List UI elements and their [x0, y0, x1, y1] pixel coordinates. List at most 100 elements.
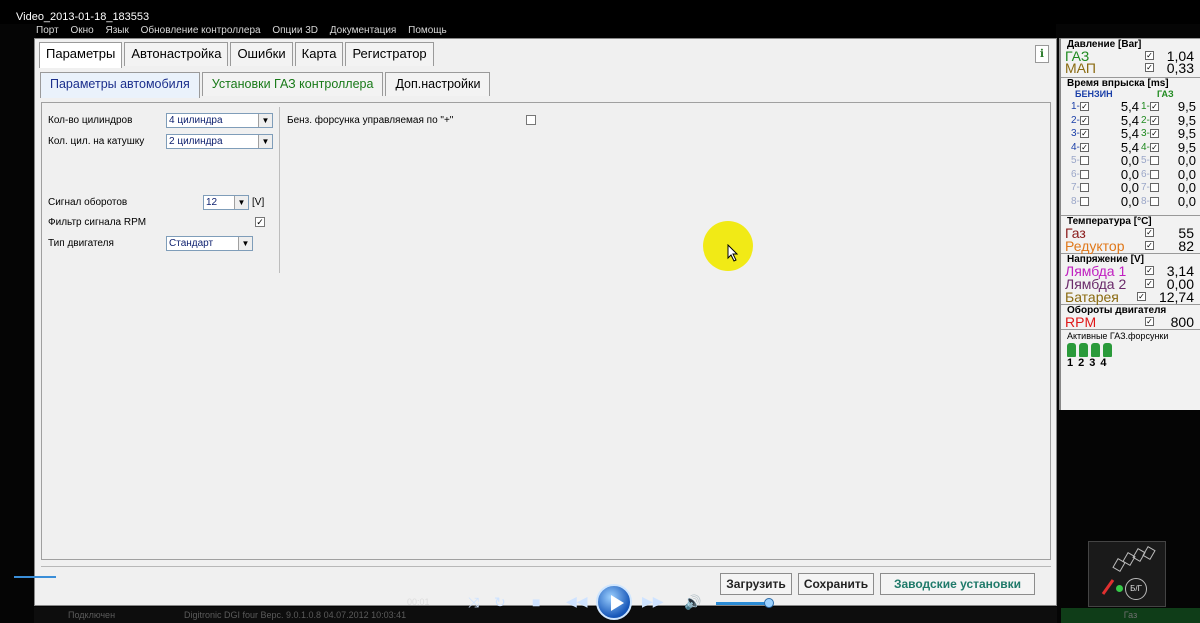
gauge-icon: [1101, 545, 1156, 595]
volume-icon[interactable]: 🔊: [684, 594, 701, 611]
petrol-injector-value: 0,0: [1120, 180, 1139, 195]
injector-number: 2: [1078, 357, 1085, 369]
engine-type-select[interactable]: Стандарт ▼: [166, 236, 253, 251]
rpm-value: 800: [1170, 314, 1194, 330]
petrol-injector-checkbox[interactable]: ✓: [1080, 129, 1089, 138]
tab-autotune[interactable]: Автонастройка: [124, 42, 229, 66]
injection-table: БЕНЗИН ГАЗ 1- ✓ 5,4 2- ✓ 5,4 3- ✓ 5,4 4- ✓ 5,4 5- 0,0…: [1061, 89, 1200, 215]
temp-reducer-checkbox[interactable]: ✓: [1145, 241, 1154, 250]
gas-injector-checkbox[interactable]: [1150, 169, 1159, 179]
gas-injector-checkbox[interactable]: ✓: [1150, 142, 1159, 152]
monitor-panel: Давление [Bar] ГАЗ ✓ 1,04 МАП ✓ 0,33 Вре…: [1059, 38, 1200, 410]
cyl-coil-select[interactable]: 2 цилиндра ▼: [166, 134, 273, 149]
petrol-injector-checkbox[interactable]: ✓: [1080, 115, 1089, 125]
rpm-signal-select[interactable]: 12 ▼: [203, 195, 249, 210]
gas-injection-column: 1- ✓ 9,5 2- ✓ 9,5 3- ✓ 9,5 4- ✓ 9,5 5- 0,0 6- 0,0 7- 0,0 8…: [1141, 100, 1196, 208]
petrol-injector-number: 1-: [1071, 101, 1080, 112]
battery-name: Батарея: [1065, 289, 1119, 305]
petrol-injector-checkbox[interactable]: ✓: [1080, 142, 1089, 152]
divider: [279, 107, 280, 273]
cursor-icon: [727, 244, 739, 262]
petrol-injector-checkbox[interactable]: [526, 115, 536, 125]
tab-car-params[interactable]: Параметры автомобиля: [40, 72, 200, 98]
menu-help[interactable]: Помощь: [408, 24, 447, 38]
menu-window[interactable]: Окно: [70, 24, 93, 38]
rpm-signal-unit: [V]: [252, 197, 265, 208]
petrol-injector-checkbox[interactable]: [1080, 196, 1089, 206]
petrol-injector-checkbox[interactable]: [1080, 183, 1089, 192]
injector-icon: [1079, 343, 1088, 357]
injector-icons: [1067, 343, 1200, 357]
chevron-down-icon: ▼: [238, 237, 252, 250]
petrol-injector-row: 1- ✓ 5,4: [1071, 100, 1139, 114]
tab-gas-controller-settings[interactable]: Установки ГАЗ контроллера: [201, 72, 384, 96]
seek-bar[interactable]: [14, 576, 56, 578]
petrol-injector-value: 5,4: [1120, 126, 1139, 141]
injector-number: 1: [1067, 357, 1074, 369]
engine-type-value: Стандарт: [169, 238, 214, 249]
tab-extra-settings[interactable]: Доп.настройки: [385, 72, 491, 96]
gas-injector-checkbox[interactable]: ✓: [1150, 129, 1159, 138]
cyl-count-select[interactable]: 4 цилиндра ▼: [166, 113, 273, 128]
factory-settings-button[interactable]: Заводские установки: [880, 573, 1035, 595]
injector-numbers: 1 2 3 4: [1067, 357, 1200, 369]
gas-injector-number: 2-: [1141, 114, 1150, 126]
gas-injector-checkbox[interactable]: [1150, 196, 1159, 206]
temp-gas-checkbox[interactable]: ✓: [1145, 228, 1154, 237]
save-button[interactable]: Сохранить: [798, 573, 874, 595]
menu-port[interactable]: Порт: [36, 24, 59, 38]
play-button[interactable]: [596, 584, 632, 620]
petrol-injector-checkbox[interactable]: [1080, 169, 1089, 179]
tab-parameters[interactable]: Параметры: [39, 42, 123, 68]
lambda2-checkbox[interactable]: ✓: [1145, 279, 1154, 288]
gas-injector-checkbox[interactable]: ✓: [1150, 102, 1159, 111]
petrol-injector-row: 7- 0,0: [1071, 181, 1139, 195]
menu-documentation[interactable]: Документация: [330, 24, 397, 38]
info-icon[interactable]: ℹ: [1035, 45, 1049, 63]
gas-injector-checkbox[interactable]: ✓: [1150, 115, 1159, 125]
pressure-map-row: МАП ✓ 0,33: [1061, 61, 1200, 75]
gas-injector-value: 9,5: [1177, 112, 1196, 128]
shuffle-icon[interactable]: ⤨: [468, 594, 479, 611]
petrol-injector-value: 5,4: [1120, 139, 1139, 155]
rpm-signal-label: Сигнал оборотов: [48, 197, 128, 208]
gas-injector-value: 0,0: [1177, 153, 1196, 168]
menu-options-3d[interactable]: Опции 3D: [272, 24, 318, 38]
main-tabs: Параметры Автонастройка Ошибки Карта Рег…: [39, 42, 436, 68]
rpm-checkbox[interactable]: ✓: [1145, 317, 1154, 326]
previous-icon[interactable]: ◀◀: [566, 593, 588, 610]
petrol-injector-checkbox[interactable]: [1080, 156, 1089, 165]
battery-row: Батарея ✓ 12,74: [1061, 289, 1200, 305]
menu-update-controller[interactable]: Обновление контроллера: [141, 24, 261, 38]
gas-injector-row: 4- ✓ 9,5: [1141, 140, 1196, 155]
tab-errors[interactable]: Ошибки: [230, 42, 293, 66]
petrol-injector-number: 4-: [1071, 141, 1080, 153]
gas-injector-number: 4-: [1141, 141, 1150, 153]
petrol-injector-checkbox[interactable]: ✓: [1080, 102, 1089, 111]
gas-injector-checkbox[interactable]: [1150, 156, 1159, 165]
petrol-gas-switch[interactable]: Б/Г: [1088, 541, 1166, 607]
tab-recorder[interactable]: Регистратор: [345, 42, 434, 66]
battery-checkbox[interactable]: ✓: [1137, 292, 1146, 301]
menu-language[interactable]: Язык: [105, 24, 128, 38]
sub-tabs: Параметры автомобиля Установки ГАЗ контр…: [40, 72, 492, 98]
cyl-coil-value: 2 цилиндра: [169, 136, 223, 147]
gas-injector-checkbox[interactable]: [1150, 183, 1159, 192]
divider: [41, 566, 1051, 567]
stop-icon[interactable]: ■: [532, 594, 540, 610]
temp-reducer-value: 82: [1178, 238, 1194, 254]
volume-slider-handle[interactable]: [764, 598, 774, 608]
repeat-icon[interactable]: ↻: [494, 594, 506, 611]
lambda1-checkbox[interactable]: ✓: [1145, 266, 1154, 275]
chevron-down-icon: ▼: [258, 135, 272, 148]
injector-icon: [1067, 343, 1076, 357]
next-icon[interactable]: ▶▶: [642, 593, 664, 610]
gas-injector-row: 1- ✓ 9,5: [1141, 100, 1196, 114]
gas-injector-row: 6- 0,0: [1141, 167, 1196, 182]
pressure-map-checkbox[interactable]: ✓: [1145, 63, 1154, 72]
tab-map[interactable]: Карта: [294, 42, 344, 66]
window-title: Video_2013-01-18_183553: [0, 0, 1200, 24]
menu-bar: Порт Окно Язык Обновление контроллера Оп…: [36, 24, 1056, 38]
pressure-gas-checkbox[interactable]: ✓: [1145, 51, 1154, 60]
rpm-filter-checkbox[interactable]: ✓: [255, 217, 265, 227]
